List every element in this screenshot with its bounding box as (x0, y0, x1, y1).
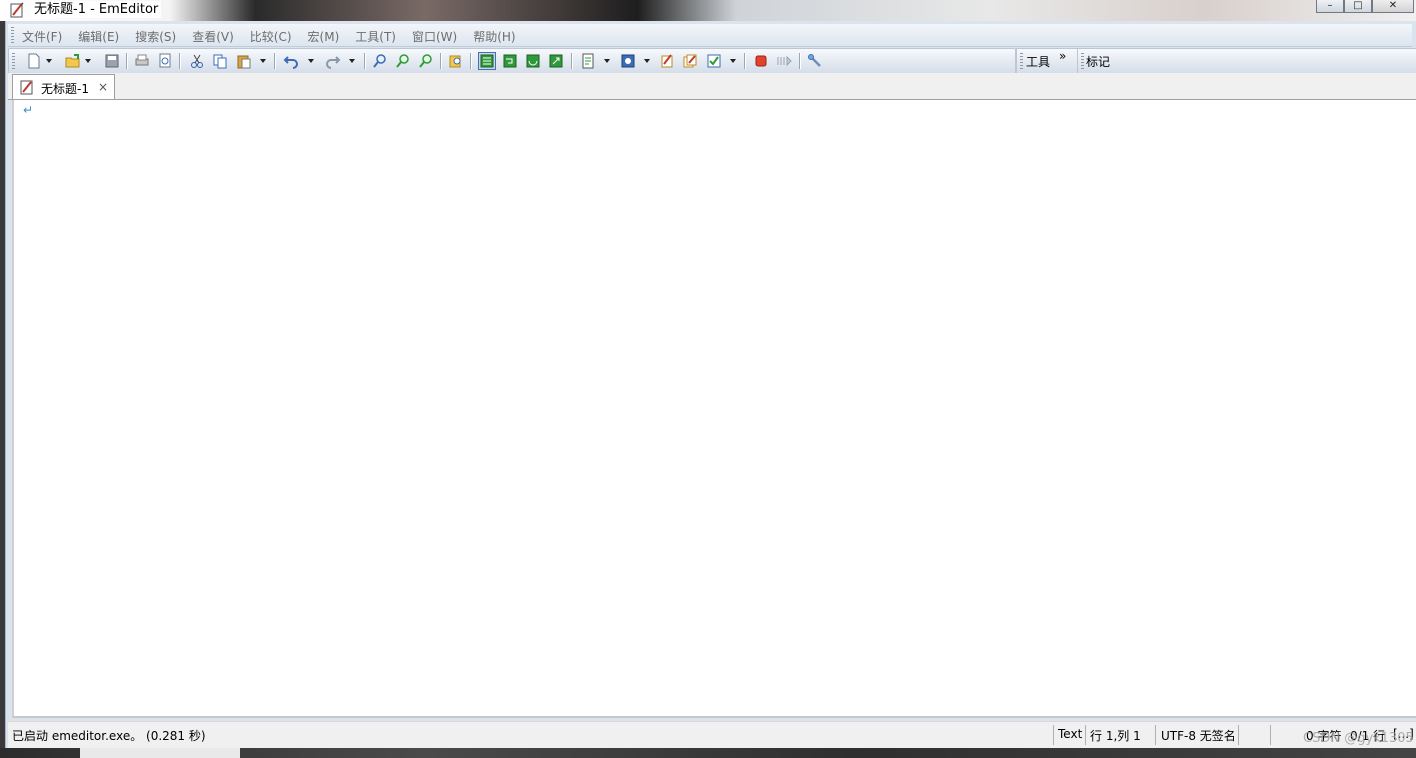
toolbar-separator (440, 53, 442, 69)
window-title: 无标题-1 - EmEditor (31, 1, 162, 18)
toolbar-separator (179, 53, 181, 69)
find-next-icon[interactable] (394, 52, 412, 70)
menu-grip[interactable] (11, 27, 14, 43)
undo-dropdown-button[interactable] (307, 52, 315, 70)
menu-bar: 文件(F) 编辑(E) 搜索(S) 查看(V) 比较(C) 宏(M) 工具(T)… (8, 24, 1412, 47)
menu-search[interactable]: 搜索(S) (135, 28, 176, 45)
watermark: CSDN @gyk1305 (1303, 731, 1414, 746)
status-mode[interactable]: Text (1058, 727, 1082, 741)
checkbox-dropdown-button[interactable] (729, 52, 737, 70)
chevron-right-icon[interactable]: » (1059, 49, 1066, 63)
run-icon[interactable] (775, 52, 793, 70)
encoding-icon[interactable] (579, 52, 597, 70)
status-divider (1238, 725, 1239, 745)
paste-icon[interactable] (235, 52, 253, 70)
tab-label: 无标题-1 (41, 82, 89, 96)
save-icon[interactable] (103, 52, 121, 70)
undo-icon[interactable] (282, 52, 300, 70)
toolbar-separator (364, 53, 366, 69)
encoding-dropdown-button[interactable] (603, 52, 611, 70)
text-editor-area[interactable]: ↵ (12, 100, 1416, 718)
tools-icon[interactable] (806, 52, 824, 70)
toolbar-separator (571, 53, 573, 69)
find-icon[interactable] (371, 52, 389, 70)
status-divider (1085, 725, 1086, 745)
main-toolbar (8, 48, 1016, 74)
paste-dropdown-button[interactable] (259, 52, 267, 70)
toolbar-grip[interactable] (12, 53, 15, 69)
markers-toolbar: 标记 (1077, 48, 1416, 74)
toolbar-separator (274, 53, 276, 69)
configuration-icon[interactable] (619, 52, 637, 70)
checkbox-icon[interactable] (705, 52, 723, 70)
redo-icon[interactable] (324, 52, 342, 70)
toolbar-separator (470, 53, 472, 69)
tab-bar: 无标题-1 × (8, 73, 1416, 100)
menu-view[interactable]: 查看(V) (192, 28, 234, 45)
cut-icon[interactable] (188, 52, 206, 70)
status-bar: 已启动 emeditor.exe。 (0.281 秒) Text 行 1,列 1… (8, 721, 1416, 748)
title-bar[interactable]: 无标题-1 - EmEditor – □ ✕ (0, 0, 1416, 21)
stop-icon[interactable] (752, 52, 770, 70)
menu-help[interactable]: 帮助(H) (473, 28, 515, 45)
menu-file[interactable]: 文件(F) (22, 28, 62, 45)
status-position[interactable]: 行 1,列 1 (1090, 727, 1141, 744)
status-divider (1155, 725, 1156, 745)
find-in-files-icon[interactable] (447, 52, 465, 70)
desktop-strip (0, 748, 1416, 758)
toolbar-separator (126, 53, 128, 69)
macro-run-icon[interactable] (681, 52, 699, 70)
configuration-dropdown-button[interactable] (643, 52, 651, 70)
redo-dropdown-button[interactable] (348, 52, 356, 70)
open-folder-icon[interactable] (64, 52, 82, 70)
status-encoding[interactable]: UTF-8 无签名 (1161, 727, 1236, 744)
macro-record-icon[interactable] (658, 52, 676, 70)
new-file-icon[interactable] (25, 52, 43, 70)
minimize-button[interactable]: – (1316, 0, 1344, 13)
tools-toolbar: 工具 » (1016, 48, 1078, 74)
wrap-window-icon[interactable] (524, 52, 542, 70)
document-icon (20, 80, 33, 95)
menu-edit[interactable]: 编辑(E) (78, 28, 119, 45)
close-button[interactable]: ✕ (1372, 0, 1414, 13)
maximize-button[interactable]: □ (1344, 0, 1372, 13)
print-preview-icon[interactable] (156, 52, 174, 70)
menu-compare[interactable]: 比较(C) (250, 28, 292, 45)
new-dropdown-button[interactable] (45, 52, 53, 70)
markers-toolbar-label[interactable]: 标记 (1086, 53, 1110, 70)
tools-toolbar-label[interactable]: 工具 (1026, 53, 1050, 70)
eol-mark: ↵ (23, 103, 34, 117)
menu-macros[interactable]: 宏(M) (308, 28, 340, 45)
markers-toolbar-grip[interactable] (1081, 53, 1084, 69)
close-icon[interactable]: × (98, 80, 108, 94)
toolbar-separator (744, 53, 746, 69)
open-dropdown-button[interactable] (84, 52, 92, 70)
tools-toolbar-grip[interactable] (1020, 53, 1023, 69)
toolbar-separator (799, 53, 801, 69)
status-divider (1270, 725, 1271, 745)
status-divider (1053, 725, 1054, 745)
wrap-page-icon[interactable] (547, 52, 565, 70)
emeditor-app-icon (10, 2, 24, 18)
status-message: 已启动 emeditor.exe。 (0.281 秒) (12, 729, 206, 743)
menu-tools[interactable]: 工具(T) (355, 28, 396, 45)
print-icon[interactable] (133, 52, 151, 70)
tab-untitled-1[interactable]: 无标题-1 × (12, 74, 115, 99)
view-mode-icon[interactable] (478, 52, 496, 70)
wrap-icon[interactable] (501, 52, 519, 70)
menu-window[interactable]: 窗口(W) (412, 28, 457, 45)
copy-icon[interactable] (211, 52, 229, 70)
find-prev-icon[interactable] (417, 52, 435, 70)
